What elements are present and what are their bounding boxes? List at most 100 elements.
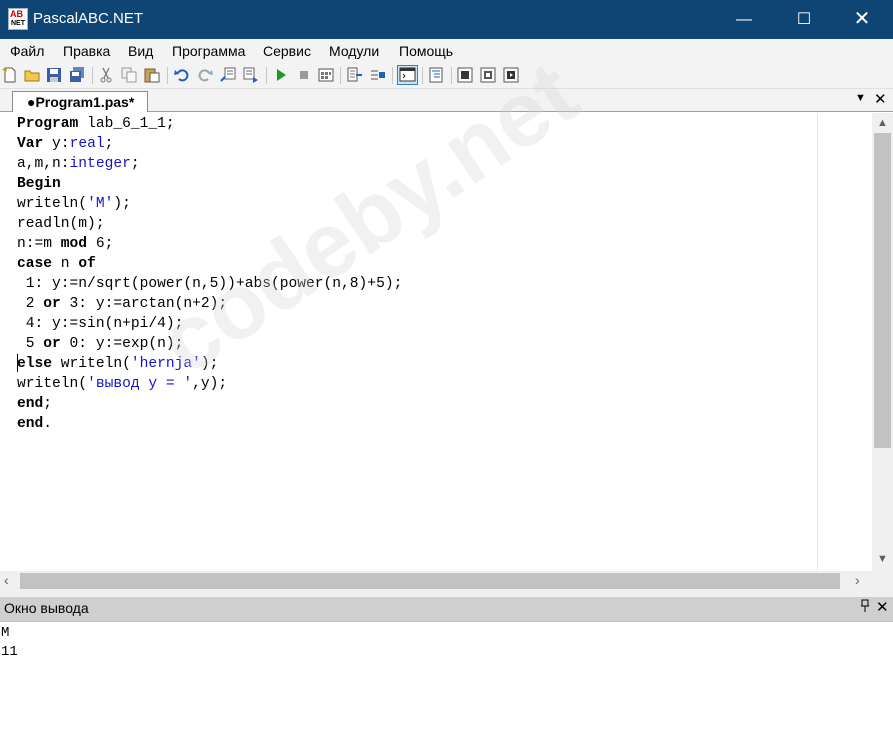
code-line: Begin bbox=[17, 176, 61, 192]
logo-text-ab: AB bbox=[10, 9, 23, 19]
run-button[interactable] bbox=[273, 67, 289, 83]
debug-icon bbox=[457, 67, 473, 83]
code-line: end. bbox=[17, 416, 53, 432]
logo-text-net: NET bbox=[11, 20, 25, 27]
tab-label: ●Program1.pas* bbox=[27, 94, 135, 110]
scroll-right-icon[interactable]: › bbox=[855, 572, 860, 588]
close-window-button[interactable]: ✕ bbox=[839, 0, 885, 39]
toolbar-separator bbox=[451, 67, 452, 84]
vertical-scroll-thumb[interactable] bbox=[874, 133, 891, 448]
step-into-button[interactable] bbox=[347, 67, 363, 83]
tab-strip: ●Program1.pas* bbox=[0, 89, 893, 112]
scroll-left-icon[interactable]: ‹ bbox=[4, 572, 9, 588]
debug-button-1[interactable] bbox=[457, 67, 473, 83]
toolbar-separator bbox=[340, 67, 341, 84]
minimize-icon: — bbox=[736, 11, 752, 28]
code-text: Program lab_6_1_1; Var y:real; a,m,n:integ… bbox=[17, 114, 402, 434]
find-button[interactable] bbox=[220, 67, 236, 83]
code-line: writeln('вывод y = ',y); bbox=[17, 376, 228, 392]
code-line: end; bbox=[17, 396, 53, 412]
horizontal-scroll-thumb[interactable] bbox=[20, 573, 840, 589]
maximize-icon: ☐ bbox=[796, 11, 812, 28]
output-window-toggle[interactable] bbox=[397, 65, 418, 85]
menu-help[interactable]: Помощь bbox=[399, 43, 453, 59]
save-all-icon bbox=[70, 67, 84, 82]
open-file-button[interactable] bbox=[24, 67, 40, 83]
replace-icon bbox=[243, 67, 258, 83]
save-file-button[interactable] bbox=[46, 67, 62, 83]
debug-button-2[interactable] bbox=[480, 67, 496, 83]
code-line: writeln('M'); bbox=[17, 196, 131, 212]
pin-icon[interactable] bbox=[860, 599, 870, 613]
play-icon bbox=[277, 69, 286, 81]
tab-list-dropdown-icon[interactable]: ▼ bbox=[855, 92, 866, 104]
cut-button[interactable] bbox=[98, 67, 114, 83]
code-line: case n of bbox=[17, 256, 96, 272]
copy-button[interactable] bbox=[121, 67, 137, 83]
save-all-button[interactable] bbox=[69, 67, 85, 83]
menu-edit[interactable]: Правка bbox=[63, 43, 110, 59]
right-margin-line bbox=[817, 113, 818, 571]
redo-icon bbox=[198, 69, 213, 82]
output-close-icon[interactable]: ✕ bbox=[876, 598, 889, 616]
output-text: M 11 bbox=[1, 624, 18, 662]
scroll-up-icon[interactable]: ▲ bbox=[877, 117, 888, 129]
compile-button[interactable] bbox=[318, 67, 334, 83]
scissors-icon bbox=[100, 67, 112, 83]
code-line: a,m,n:integer; bbox=[17, 156, 140, 172]
menu-file[interactable]: Файл bbox=[10, 43, 44, 59]
output-line: 11 bbox=[1, 644, 18, 660]
output-window-title: Окно вывода bbox=[4, 600, 89, 616]
debug-button-3[interactable] bbox=[503, 67, 519, 83]
replace-button[interactable] bbox=[243, 67, 259, 83]
maximize-button[interactable]: ☐ bbox=[781, 0, 827, 39]
tab-close-icon[interactable]: ✕ bbox=[874, 90, 887, 108]
console-icon bbox=[399, 67, 416, 82]
new-file-icon bbox=[2, 67, 16, 83]
menu-service[interactable]: Сервис bbox=[263, 43, 311, 59]
toolbar-separator bbox=[392, 67, 393, 84]
toolbar-separator bbox=[266, 67, 267, 84]
window-title: PascalABC.NET bbox=[33, 10, 144, 27]
code-line: readln(m); bbox=[17, 216, 105, 232]
redo-button[interactable] bbox=[197, 67, 213, 83]
paste-icon bbox=[144, 68, 160, 83]
vertical-scrollbar[interactable]: ▲ ▼ bbox=[872, 113, 893, 571]
code-line: 5 or 0: y:=exp(n); bbox=[17, 336, 184, 352]
copy-icon bbox=[121, 67, 137, 83]
menu-program[interactable]: Программа bbox=[172, 43, 245, 59]
debug-icon bbox=[503, 67, 519, 83]
menu-modules[interactable]: Модули bbox=[329, 43, 379, 59]
minimize-button[interactable]: — bbox=[721, 0, 767, 39]
undo-icon bbox=[174, 69, 189, 82]
open-folder-icon bbox=[24, 70, 40, 82]
compile-icon bbox=[318, 68, 334, 82]
step-over-button[interactable] bbox=[370, 67, 386, 83]
tab-program1[interactable]: ●Program1.pas* bbox=[12, 91, 148, 112]
toolbar-separator bbox=[422, 67, 423, 84]
toolbar-separator bbox=[167, 67, 168, 84]
toolbar-separator bbox=[92, 67, 93, 84]
new-file-button[interactable] bbox=[2, 67, 18, 83]
step-into-icon bbox=[347, 67, 362, 82]
code-line: 1: y:=n/sqrt(power(n,5))+abs(power(n,8)+… bbox=[17, 276, 403, 292]
paste-button[interactable] bbox=[144, 67, 160, 83]
code-line: 4: y:=sin(n+pi/4); bbox=[17, 316, 184, 332]
format-code-button[interactable] bbox=[428, 67, 444, 83]
horizontal-scrollbar[interactable]: ‹ › bbox=[0, 571, 872, 591]
code-line: 2 or 3: y:=arctan(n+2); bbox=[17, 296, 228, 312]
debug-icon bbox=[480, 67, 496, 83]
stop-button[interactable] bbox=[296, 67, 312, 83]
pascalabc-logo-icon: AB NET bbox=[8, 8, 28, 30]
scrollbar-corner bbox=[872, 571, 893, 591]
menu-view[interactable]: Вид bbox=[128, 43, 153, 59]
code-line: Program lab_6_1_1; bbox=[17, 116, 175, 132]
save-icon bbox=[47, 68, 61, 82]
close-icon: ✕ bbox=[853, 8, 871, 30]
undo-button[interactable] bbox=[174, 67, 190, 83]
stop-icon bbox=[300, 71, 308, 79]
title-bar: AB NET PascalABC.NET — ☐ ✕ bbox=[0, 0, 893, 39]
output-panel[interactable] bbox=[0, 621, 893, 750]
scroll-down-icon[interactable]: ▼ bbox=[877, 553, 888, 565]
code-line: n:=m mod 6; bbox=[17, 236, 114, 252]
